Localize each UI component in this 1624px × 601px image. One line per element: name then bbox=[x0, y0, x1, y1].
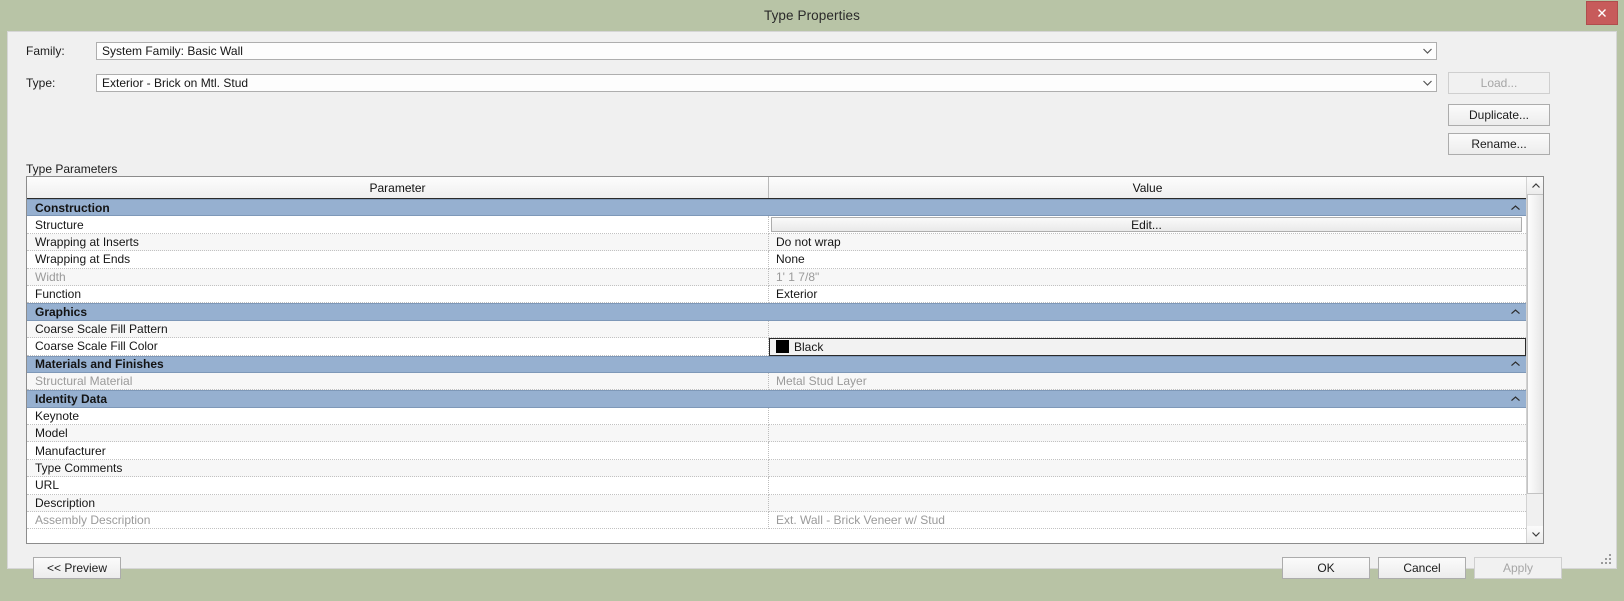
grid-section-header-materials-and-finishes[interactable]: Materials and Finishes bbox=[27, 355, 1526, 373]
close-button[interactable] bbox=[1586, 1, 1618, 25]
preview-button[interactable]: << Preview bbox=[33, 557, 121, 579]
table-row[interactable]: Type Comments bbox=[27, 459, 1526, 478]
value-cell[interactable]: Ext. Wall - Brick Veneer w/ Stud bbox=[769, 512, 1526, 530]
value-cell[interactable] bbox=[769, 477, 1526, 495]
cancel-button[interactable]: Cancel bbox=[1378, 557, 1466, 579]
resize-grip[interactable] bbox=[1601, 554, 1613, 566]
value-cell-color[interactable]: Black bbox=[769, 338, 1526, 356]
parameter-name-cell: Coarse Scale Fill Pattern bbox=[27, 320, 769, 339]
table-row[interactable]: Wrapping at Ends None bbox=[27, 251, 1526, 269]
grid-section-header-identity-data[interactable]: Identity Data bbox=[27, 390, 1526, 408]
family-value: System Family: Basic Wall bbox=[102, 44, 243, 58]
parameter-name-cell: Wrapping at Ends bbox=[27, 251, 769, 269]
scroll-down-button[interactable] bbox=[1527, 526, 1543, 543]
scrollbar-thumb[interactable] bbox=[1527, 194, 1543, 494]
table-row[interactable]: Coarse Scale Fill Color Black bbox=[27, 338, 1526, 356]
parameter-name-cell: Structural Material bbox=[27, 372, 769, 391]
grid-section-header-construction[interactable]: Construction bbox=[27, 199, 1526, 217]
apply-button[interactable]: Apply bbox=[1474, 557, 1562, 579]
parameter-name-cell: Type Comments bbox=[27, 459, 769, 478]
value-cell[interactable]: Do not wrap bbox=[769, 234, 1526, 252]
value-cell[interactable]: Edit... bbox=[769, 216, 1526, 234]
type-row: Type: bbox=[26, 76, 55, 90]
table-row[interactable]: Structural Material Metal Stud Layer bbox=[27, 372, 1526, 391]
type-combobox[interactable]: Exterior - Brick on Mtl. Stud bbox=[96, 74, 1437, 92]
table-row[interactable]: Structure Edit... bbox=[27, 216, 1526, 234]
table-row[interactable]: Description bbox=[27, 494, 1526, 513]
type-properties-dialog: Type Properties Family: System Family: B… bbox=[0, 0, 1624, 601]
family-label: Family: bbox=[26, 44, 65, 58]
parameter-name-cell: Coarse Scale Fill Color bbox=[27, 338, 769, 356]
value-cell[interactable] bbox=[769, 460, 1526, 478]
table-row[interactable]: Wrapping at Inserts Do not wrap bbox=[27, 233, 1526, 252]
chevron-down-icon[interactable] bbox=[1419, 43, 1436, 59]
table-row[interactable]: Width 1' 1 7/8" bbox=[27, 268, 1526, 286]
scrollbar-track[interactable] bbox=[1527, 194, 1543, 526]
grid-section-header-graphics[interactable]: Graphics bbox=[27, 303, 1526, 321]
value-cell[interactable]: Metal Stud Layer bbox=[769, 373, 1526, 391]
caret-down-icon bbox=[1531, 532, 1540, 537]
family-combobox[interactable]: System Family: Basic Wall bbox=[96, 42, 1437, 60]
section-title: Graphics bbox=[35, 305, 88, 320]
ok-button[interactable]: OK bbox=[1282, 557, 1370, 579]
chevron-up-icon[interactable] bbox=[1504, 204, 1526, 211]
chevron-up-icon[interactable] bbox=[1504, 361, 1526, 367]
parameter-name-cell: Function bbox=[27, 285, 769, 304]
table-row[interactable]: Coarse Scale Fill Pattern bbox=[27, 320, 1526, 339]
grid-rows: Construction Structure Edit... Wrapping at … bbox=[27, 199, 1526, 530]
dialog-client-area: Family: System Family: Basic Wall Type: … bbox=[7, 31, 1617, 579]
family-row: Family: bbox=[26, 44, 65, 58]
parameter-name-cell: Description bbox=[27, 494, 769, 513]
grid-header-row: Parameter Value bbox=[27, 177, 1526, 199]
type-label: Type: bbox=[26, 76, 56, 90]
color-swatch-icon bbox=[776, 340, 789, 354]
parameter-name-cell: Manufacturer bbox=[27, 442, 769, 460]
grid-vertical-scrollbar[interactable] bbox=[1526, 177, 1543, 543]
value-cell[interactable]: None bbox=[769, 251, 1526, 269]
grid-body: Parameter Value Construction Structure Edi… bbox=[27, 177, 1526, 543]
value-text: Black bbox=[794, 339, 824, 354]
table-row[interactable]: Keynote bbox=[27, 407, 1526, 426]
column-header-value[interactable]: Value bbox=[769, 177, 1526, 198]
chevron-up-icon[interactable] bbox=[1504, 396, 1526, 402]
table-row[interactable]: Function Exterior bbox=[27, 285, 1526, 304]
value-cell[interactable] bbox=[769, 425, 1526, 443]
parameter-name-cell: Keynote bbox=[27, 407, 769, 426]
table-row[interactable]: Model bbox=[27, 425, 1526, 443]
parameter-name-cell: Assembly Description bbox=[27, 512, 769, 530]
duplicate-button[interactable]: Duplicate... bbox=[1448, 104, 1550, 126]
value-cell[interactable] bbox=[769, 321, 1526, 339]
title-bar: Type Properties bbox=[0, 0, 1624, 31]
value-cell[interactable] bbox=[769, 408, 1526, 426]
table-row[interactable]: URL bbox=[27, 477, 1526, 495]
table-row[interactable]: Assembly Description Ext. Wall - Brick Ve… bbox=[27, 512, 1526, 530]
caret-up-icon bbox=[1531, 183, 1540, 188]
resize-grip-icon bbox=[1601, 554, 1611, 564]
value-cell[interactable] bbox=[769, 495, 1526, 513]
chevron-up-icon[interactable] bbox=[1504, 309, 1526, 315]
parameter-name-cell: Model bbox=[27, 425, 769, 443]
value-cell[interactable] bbox=[769, 442, 1526, 460]
edit-structure-button[interactable]: Edit... bbox=[771, 217, 1522, 233]
scroll-up-button[interactable] bbox=[1527, 177, 1543, 194]
value-cell[interactable]: 1' 1 7/8" bbox=[769, 269, 1526, 286]
section-title: Materials and Finishes bbox=[35, 357, 164, 372]
parameter-name-cell: URL bbox=[27, 477, 769, 495]
window-title: Type Properties bbox=[763, 8, 861, 23]
load-button[interactable]: Load... bbox=[1448, 72, 1550, 94]
value-cell[interactable]: Exterior bbox=[769, 286, 1526, 304]
parameter-name-cell: Wrapping at Inserts bbox=[27, 233, 769, 252]
table-row[interactable]: Manufacturer bbox=[27, 442, 1526, 460]
type-parameters-label: Type Parameters bbox=[26, 162, 118, 176]
chevron-down-icon[interactable] bbox=[1419, 75, 1436, 91]
close-x-icon bbox=[1598, 9, 1606, 17]
type-parameters-grid: Parameter Value Construction Structure Edi… bbox=[26, 176, 1544, 544]
section-title: Construction bbox=[35, 200, 110, 215]
type-value: Exterior - Brick on Mtl. Stud bbox=[102, 76, 249, 90]
section-title: Identity Data bbox=[35, 391, 108, 406]
parameter-name-cell: Structure bbox=[27, 216, 769, 234]
parameter-name-cell: Width bbox=[27, 268, 769, 286]
column-header-parameter[interactable]: Parameter bbox=[27, 177, 769, 198]
rename-button[interactable]: Rename... bbox=[1448, 133, 1550, 155]
